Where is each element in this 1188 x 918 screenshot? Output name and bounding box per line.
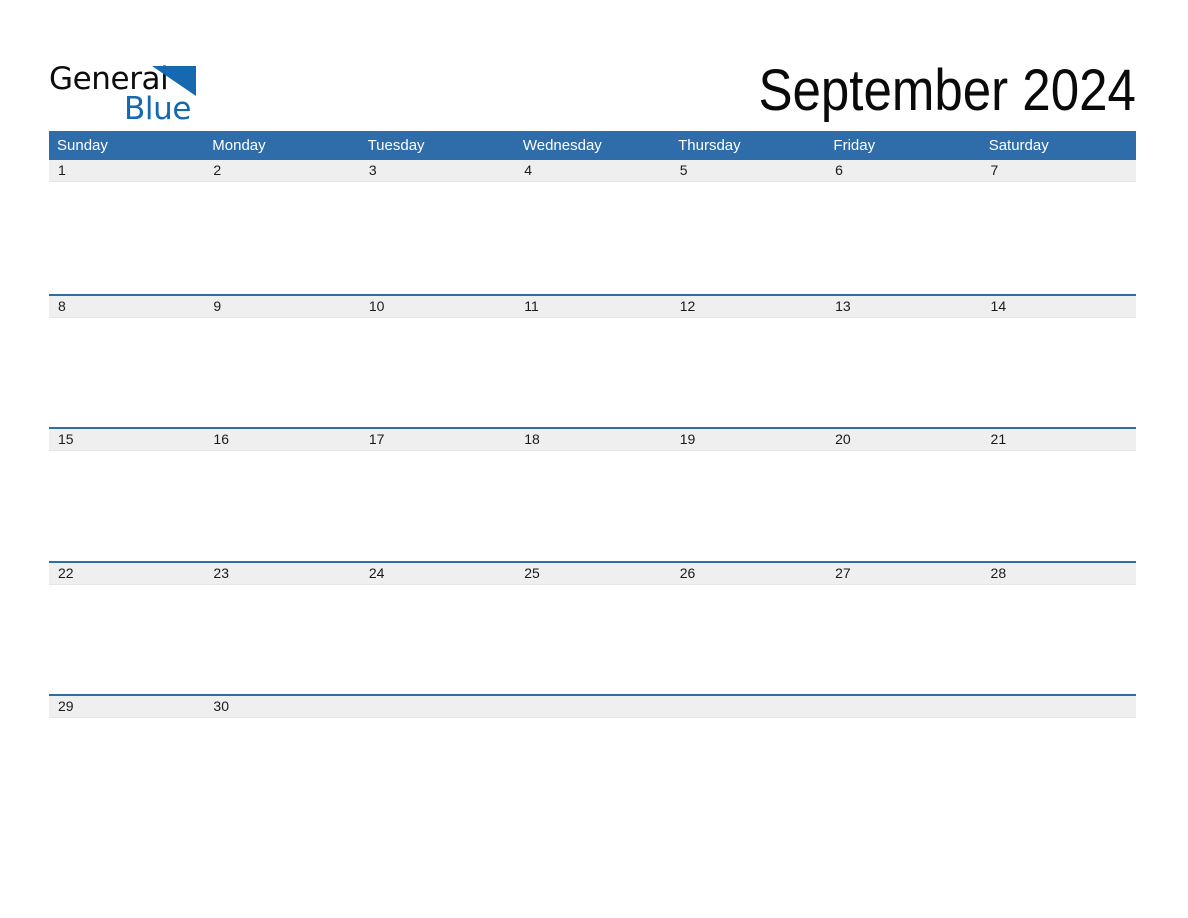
day-cell-number[interactable]: 18 bbox=[515, 429, 671, 451]
day-cell-notes[interactable] bbox=[204, 181, 360, 291]
weekday-header-row: Sunday Monday Tuesday Wednesday Thursday… bbox=[49, 131, 1136, 160]
day-cell-notes[interactable] bbox=[204, 583, 360, 694]
day-cell-notes[interactable] bbox=[670, 583, 826, 694]
day-cell-number[interactable]: 20 bbox=[826, 429, 982, 451]
day-cell-notes[interactable] bbox=[49, 717, 205, 828]
day-cell-number[interactable]: 26 bbox=[671, 562, 827, 584]
week-note-band bbox=[49, 181, 1136, 291]
day-cell-notes bbox=[514, 717, 671, 828]
day-cell-number[interactable]: 24 bbox=[360, 562, 516, 584]
day-cell-number[interactable]: 16 bbox=[204, 429, 360, 451]
day-cell-number bbox=[515, 696, 671, 718]
day-cell-notes[interactable] bbox=[980, 316, 1136, 427]
weekday-header-saturday: Saturday bbox=[988, 137, 1049, 154]
day-cell-notes[interactable] bbox=[514, 316, 671, 427]
weekday-header-monday: Monday bbox=[212, 137, 266, 154]
day-cell-notes[interactable] bbox=[49, 181, 205, 291]
day-cell-number[interactable]: 30 bbox=[204, 696, 360, 718]
day-cell-notes[interactable] bbox=[514, 450, 671, 561]
day-cell-number[interactable]: 23 bbox=[204, 562, 360, 584]
week-row: 1 2 3 4 5 6 7 bbox=[49, 160, 1136, 294]
day-cell-notes[interactable] bbox=[359, 316, 515, 427]
calendar-grid: Sunday Monday Tuesday Wednesday Thursday… bbox=[49, 131, 1136, 828]
day-cell-number[interactable]: 22 bbox=[49, 562, 205, 584]
day-cell-number[interactable]: 3 bbox=[360, 160, 516, 181]
week-row: 22 23 24 25 26 27 28 bbox=[49, 560, 1136, 695]
day-cell-notes[interactable] bbox=[359, 450, 515, 561]
day-cell-notes[interactable] bbox=[980, 450, 1136, 561]
day-cell-number bbox=[671, 696, 827, 718]
week-row: 15 16 17 18 19 20 21 bbox=[49, 427, 1136, 561]
day-cell-number[interactable]: 28 bbox=[982, 563, 1136, 584]
day-cell-number[interactable]: 17 bbox=[360, 429, 516, 451]
day-cell-notes[interactable] bbox=[204, 316, 360, 427]
day-cell-notes[interactable] bbox=[825, 583, 981, 694]
day-cell-notes[interactable] bbox=[670, 316, 826, 427]
day-cell-notes[interactable] bbox=[980, 583, 1136, 694]
day-cell-notes[interactable] bbox=[514, 583, 671, 694]
page-title: September 2024 bbox=[758, 58, 1136, 123]
week-row: 8 9 10 11 12 13 14 bbox=[49, 293, 1136, 428]
day-cell-number[interactable]: 7 bbox=[982, 160, 1136, 181]
day-cell-notes[interactable] bbox=[204, 450, 360, 561]
week-date-band: 8 9 10 11 12 13 14 bbox=[49, 295, 1136, 317]
week-date-band: 15 16 17 18 19 20 21 bbox=[49, 429, 1136, 451]
day-cell-notes[interactable] bbox=[204, 717, 360, 828]
week-note-band bbox=[49, 316, 1136, 427]
weekday-header-sunday: Sunday bbox=[57, 137, 108, 154]
day-cell-number[interactable]: 9 bbox=[204, 295, 360, 317]
day-cell-notes[interactable] bbox=[670, 450, 826, 561]
day-cell-notes bbox=[980, 717, 1136, 828]
general-blue-logo[interactable]: General Blue bbox=[49, 60, 249, 127]
day-cell-number[interactable]: 21 bbox=[982, 429, 1136, 450]
page-header: General Blue September 2024 bbox=[49, 48, 1136, 128]
day-cell-number[interactable]: 27 bbox=[826, 562, 982, 584]
day-cell-number[interactable]: 2 bbox=[204, 160, 360, 181]
day-cell-notes bbox=[825, 717, 981, 828]
day-cell-number[interactable]: 19 bbox=[671, 429, 827, 451]
weekday-header-wednesday: Wednesday bbox=[522, 137, 602, 154]
week-date-band: 22 23 24 25 26 27 28 bbox=[49, 562, 1136, 584]
day-cell-number[interactable]: 8 bbox=[49, 295, 205, 317]
day-cell-notes bbox=[359, 717, 515, 828]
day-cell-number[interactable]: 1 bbox=[49, 160, 205, 181]
day-cell-notes[interactable] bbox=[359, 181, 515, 291]
day-cell-number bbox=[982, 696, 1136, 717]
day-cell-notes[interactable] bbox=[825, 316, 981, 427]
weekday-header-tuesday: Tuesday bbox=[367, 137, 425, 154]
day-cell-notes[interactable] bbox=[670, 181, 826, 291]
calendar-page: General Blue September 2024 Sunday Monda… bbox=[0, 0, 1188, 918]
week-note-band bbox=[49, 717, 1136, 828]
day-cell-number[interactable]: 29 bbox=[49, 696, 205, 718]
weekday-header-thursday: Thursday bbox=[678, 137, 741, 154]
week-note-band bbox=[49, 583, 1136, 694]
day-cell-number[interactable]: 25 bbox=[515, 562, 671, 584]
logo-text-blue: Blue bbox=[124, 91, 191, 127]
week-date-band: 29 30 bbox=[49, 696, 1136, 718]
week-date-band: 1 2 3 4 5 6 7 bbox=[49, 160, 1136, 181]
weekday-header-friday: Friday bbox=[833, 137, 876, 154]
day-cell-notes[interactable] bbox=[49, 316, 205, 427]
day-cell-number[interactable]: 10 bbox=[360, 295, 516, 317]
day-cell-notes[interactable] bbox=[980, 181, 1136, 291]
day-cell-number[interactable]: 4 bbox=[515, 160, 671, 181]
day-cell-number[interactable]: 11 bbox=[515, 295, 671, 317]
day-cell-notes[interactable] bbox=[359, 583, 515, 694]
day-cell-number[interactable]: 12 bbox=[671, 295, 827, 317]
day-cell-notes[interactable] bbox=[514, 181, 671, 291]
day-cell-notes[interactable] bbox=[825, 181, 981, 291]
day-cell-number[interactable]: 13 bbox=[826, 295, 982, 317]
day-cell-notes[interactable] bbox=[49, 583, 205, 694]
day-cell-number[interactable]: 5 bbox=[671, 160, 827, 181]
day-cell-notes bbox=[670, 717, 826, 828]
week-note-band bbox=[49, 450, 1136, 561]
day-cell-number bbox=[360, 696, 516, 718]
day-cell-number[interactable]: 15 bbox=[49, 429, 205, 451]
day-cell-notes[interactable] bbox=[49, 450, 205, 561]
week-row: 29 30 bbox=[49, 694, 1136, 828]
day-cell-notes[interactable] bbox=[825, 450, 981, 561]
day-cell-number[interactable]: 6 bbox=[826, 160, 982, 181]
day-cell-number[interactable]: 14 bbox=[982, 296, 1136, 317]
day-cell-number bbox=[826, 696, 982, 718]
